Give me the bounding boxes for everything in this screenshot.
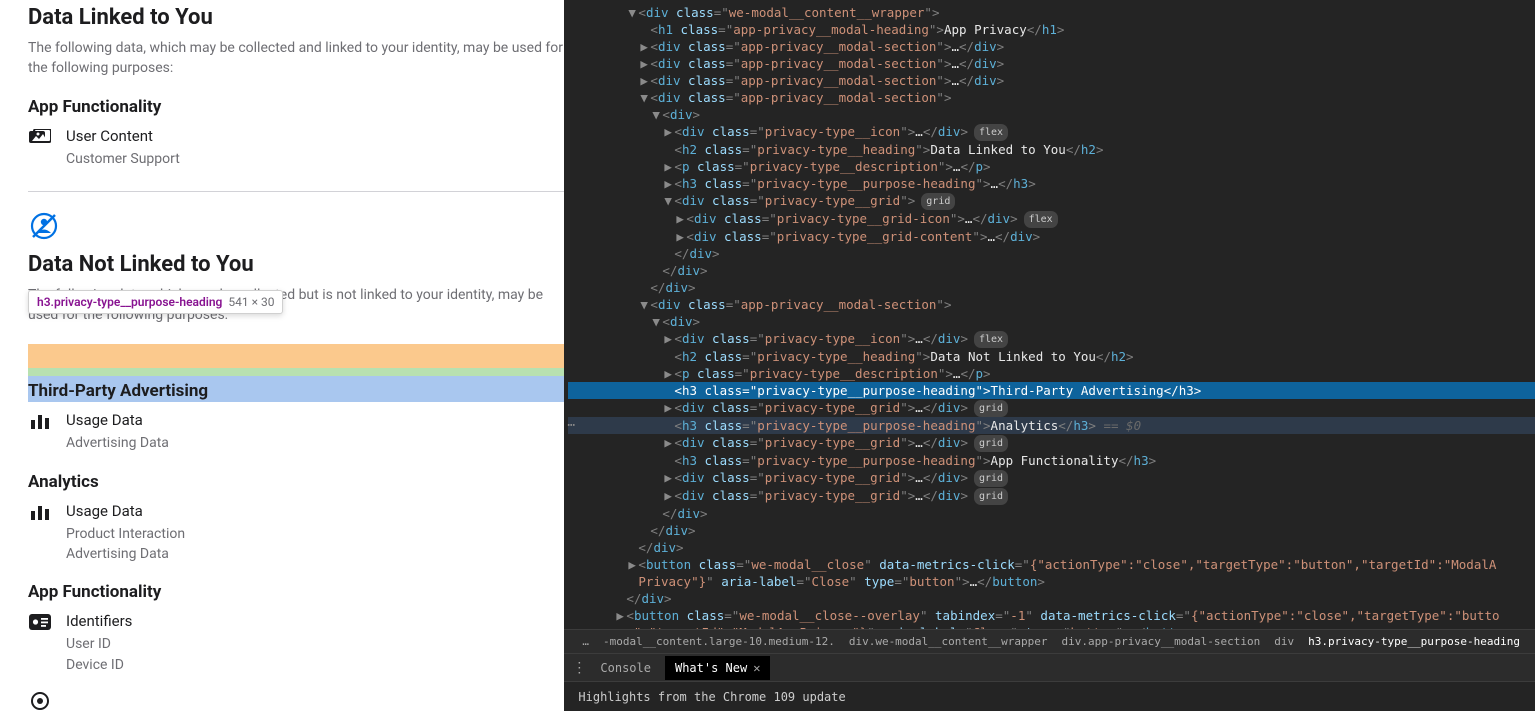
elements-dom-tree[interactable]: ▼<div class="we-modal__content__wrapper"… <box>564 0 1535 629</box>
grid-sub: Product Interaction <box>66 524 572 544</box>
drawer-tabs: ⋮ Console What's New✕ <box>564 653 1535 681</box>
privacy-grid-row: Identifiers User ID Device ID <box>28 612 572 675</box>
rendered-page-pane: Data Linked to You The following data, w… <box>0 0 564 711</box>
line-menu-icon[interactable]: ⋯ <box>564 418 576 433</box>
breadcrumb-bar[interactable]: … -modal__content.large-10.medium-12. di… <box>564 629 1535 653</box>
privacy-grid-row: Usage Data Product Interaction Advertisi… <box>28 502 572 565</box>
grid-title: Usage Data <box>66 411 572 429</box>
privacy-grid-row: User Content Customer Support <box>28 127 572 169</box>
purpose-heading-analytics: Analytics <box>28 472 572 492</box>
identifiers-icon <box>28 612 52 675</box>
privacy-desc-linked: The following data, which may be collect… <box>28 38 572 79</box>
element-inspect-tooltip: h3.privacy-type__purpose-heading 541 × 3… <box>28 290 283 314</box>
usage-data-icon <box>28 411 52 453</box>
selected-dom-node[interactable]: <h3 class="privacy-type__purpose-heading… <box>568 382 1535 399</box>
purpose-heading-app-functionality-2: App Functionality <box>28 582 572 602</box>
grid-title: Usage Data <box>66 502 572 520</box>
grid-sub: Advertising Data <box>66 433 572 453</box>
usage-data-icon <box>28 502 52 565</box>
app-privacy-modal[interactable]: Data Linked to You The following data, w… <box>0 0 600 711</box>
privacy-heading-linked: Data Linked to You <box>28 5 572 30</box>
grid-sub: Customer Support <box>66 149 572 169</box>
purpose-heading-app-functionality: App Functionality <box>28 97 572 117</box>
tab-console[interactable]: Console <box>590 656 661 680</box>
devtools-panel: ⋯ ▼<div class="we-modal__content__wrappe… <box>564 0 1535 711</box>
not-linked-icon <box>28 210 572 246</box>
privacy-grid-row: Usage Data Advertising Data <box>28 411 572 453</box>
grid-sub: User ID <box>66 634 572 654</box>
breadcrumb-overflow[interactable]: … <box>572 635 596 648</box>
breadcrumb-item[interactable]: -modal__content.large-10.medium-12. <box>596 635 842 648</box>
grid-title: User Content <box>66 127 572 145</box>
breadcrumb-item[interactable]: div.we-modal__content__wrapper <box>842 635 1055 648</box>
whats-new-headline: Highlights from the Chrome 109 update <box>578 690 845 704</box>
breadcrumb-item-active[interactable]: h3.privacy-type__purpose-heading <box>1301 635 1527 648</box>
purpose-heading-third-party-adv: Third-Party Advertising <box>28 381 572 401</box>
grid-sub: Advertising Data <box>66 544 572 564</box>
drawer-body: Highlights from the Chrome 109 update <box>564 681 1535 711</box>
user-content-icon <box>28 127 52 169</box>
drawer-menu-icon[interactable]: ⋮ <box>572 660 586 676</box>
breadcrumb-item[interactable]: div <box>1267 635 1301 648</box>
gear-icon <box>28 689 52 711</box>
inspected-element-highlight: Third-Party Advertising <box>28 381 572 401</box>
tooltip-selector: h3.privacy-type__purpose-heading <box>37 295 222 309</box>
hovered-dom-node[interactable]: <h3 class="privacy-type__purpose-heading… <box>568 417 1535 434</box>
privacy-heading-not-linked: Data Not Linked to You <box>28 252 572 277</box>
privacy-grid-row <box>28 689 572 711</box>
tab-whats-new[interactable]: What's New✕ <box>665 656 770 680</box>
close-icon[interactable]: ✕ <box>753 661 760 675</box>
grid-sub: Device ID <box>66 655 572 675</box>
section-divider <box>28 191 572 192</box>
grid-title: Identifiers <box>66 612 572 630</box>
tooltip-dimensions: 541 × 30 <box>228 295 274 309</box>
breadcrumb-item[interactable]: div.app-privacy__modal-section <box>1055 635 1268 648</box>
